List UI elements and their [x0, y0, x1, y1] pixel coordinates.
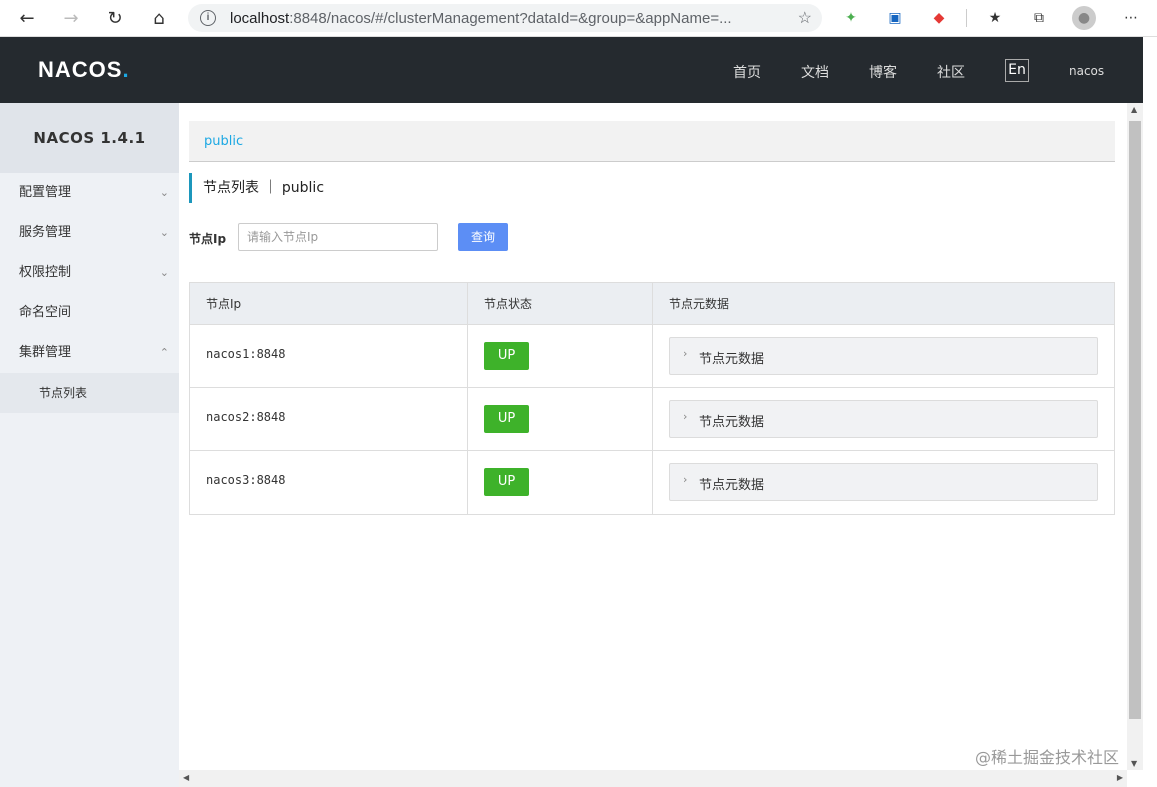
favorite-add-icon[interactable]: ☆ [798, 8, 812, 28]
status-badge: UP [484, 468, 529, 496]
collections-icon[interactable]: ⧉ [1028, 7, 1050, 29]
sidebar: NACOS 1.4.1 配置管理 ⌄ 服务管理 ⌄ 权限控制 ⌄ 命名空间 集群… [0, 103, 179, 787]
metadata-label: 节点元数据 [699, 415, 765, 430]
home-icon[interactable]: ⌂ [144, 3, 174, 33]
sidebar-item-service[interactable]: 服务管理 ⌄ [0, 213, 179, 253]
browser-toolbar: ← → ↻ ⌂ i localhost:8848/nacos/#/cluster… [0, 0, 1157, 37]
node-ip: nacos2:8848 [206, 410, 286, 424]
url-host: localhost [230, 9, 290, 27]
sidebar-item-namespace[interactable]: 命名空间 [0, 293, 179, 333]
metadata-expander[interactable]: › 节点元数据 [669, 463, 1098, 501]
chevron-right-icon: › [683, 473, 688, 486]
sidebar-title: NACOS 1.4.1 [0, 103, 179, 173]
scroll-up-icon[interactable]: ▲ [1131, 105, 1137, 114]
scroll-down-icon[interactable]: ▼ [1131, 759, 1137, 768]
reload-icon[interactable]: ↻ [100, 3, 130, 33]
sidebar-item-label: 集群管理 [19, 345, 72, 360]
sidebar-item-cluster[interactable]: 集群管理 ⌃ [0, 333, 179, 373]
forward-icon[interactable]: → [56, 3, 86, 33]
sidebar-item-label: 服务管理 [19, 225, 72, 240]
extension-icon-2[interactable]: ▣ [884, 7, 906, 29]
column-header-ip: 节点Ip [190, 283, 468, 324]
page-scroll-gutter [1143, 37, 1157, 787]
search-button[interactable]: 查询 [458, 223, 508, 251]
sidebar-item-label: 权限控制 [19, 265, 72, 280]
node-table: 节点Ip 节点状态 节点元数据 nacos1:8848 UP › 节点元数据 n… [189, 282, 1115, 515]
scrollbar-thumb[interactable] [1129, 121, 1141, 719]
nav-home[interactable]: 首页 [733, 62, 761, 82]
column-header-status: 节点状态 [468, 283, 653, 324]
status-badge: UP [484, 342, 529, 370]
vertical-scrollbar[interactable]: ▲ ▼ [1127, 103, 1143, 770]
app-header: NACOS. 首页 文档 博客 社区 En nacos [0, 37, 1143, 103]
table-row: nacos3:8848 UP › 节点元数据 [190, 451, 1114, 514]
sidebar-item-config[interactable]: 配置管理 ⌄ [0, 173, 179, 213]
node-ip: nacos1:8848 [206, 347, 286, 361]
table-header: 节点Ip 节点状态 节点元数据 [190, 283, 1114, 325]
url-path: :8848/nacos/#/clusterManagement?dataId=&… [289, 9, 732, 27]
nacos-logo[interactable]: NACOS. [38, 57, 130, 83]
favorites-icon[interactable]: ★ [984, 7, 1006, 29]
chevron-down-icon: ⌄ [159, 186, 169, 199]
page-title: 节点列表 ｜ public [189, 173, 324, 203]
metadata-expander[interactable]: › 节点元数据 [669, 337, 1098, 375]
main-content: public 节点列表 ｜ public 节点Ip 请输入节点Ip 查询 节点I… [179, 103, 1127, 770]
scroll-right-icon[interactable]: ▶ [1117, 773, 1123, 782]
sidebar-item-auth[interactable]: 权限控制 ⌄ [0, 253, 179, 293]
site-info-icon[interactable]: i [200, 10, 216, 26]
nav-blog[interactable]: 博客 [869, 62, 897, 82]
scroll-left-icon[interactable]: ◀ [183, 773, 189, 782]
node-ip-search-input[interactable]: 请输入节点Ip [238, 223, 438, 251]
node-ip: nacos3:8848 [206, 473, 286, 487]
nav-community[interactable]: 社区 [937, 62, 965, 82]
column-header-metadata: 节点元数据 [669, 297, 730, 311]
metadata-label: 节点元数据 [699, 478, 765, 493]
chevron-right-icon: › [683, 347, 688, 360]
watermark: @稀土掘金技术社区 [975, 748, 1120, 767]
metadata-label: 节点元数据 [699, 352, 765, 367]
search-label: 节点Ip [189, 232, 227, 246]
extension-icon-3[interactable]: ◆ [928, 7, 950, 29]
extension-icon-1[interactable]: ✦ [840, 7, 862, 29]
metadata-expander[interactable]: › 节点元数据 [669, 400, 1098, 438]
chevron-right-icon: › [683, 410, 688, 423]
chevron-down-icon: ⌄ [159, 266, 169, 279]
address-bar[interactable]: i localhost:8848/nacos/#/clusterManageme… [188, 4, 822, 32]
sidebar-subitem-node-list[interactable]: 节点列表 [0, 373, 179, 413]
nav-docs[interactable]: 文档 [801, 62, 829, 82]
sidebar-item-label: 命名空间 [19, 305, 72, 320]
horizontal-scrollbar[interactable]: ◀ ▶ [179, 770, 1127, 787]
chevron-up-icon: ⌃ [159, 346, 169, 359]
more-menu-icon[interactable]: ⋯ [1120, 7, 1142, 29]
sidebar-item-label: 配置管理 [19, 185, 72, 200]
language-switch-button[interactable]: En [1005, 59, 1029, 82]
profile-avatar-icon[interactable]: ● [1072, 6, 1096, 30]
table-row: nacos1:8848 UP › 节点元数据 [190, 325, 1114, 388]
toolbar-divider [966, 9, 967, 27]
chevron-down-icon: ⌄ [159, 226, 169, 239]
back-icon[interactable]: ← [12, 3, 42, 33]
namespace-link-public[interactable]: public [204, 134, 243, 149]
namespace-bar: public [189, 121, 1115, 162]
status-badge: UP [484, 405, 529, 433]
table-row: nacos2:8848 UP › 节点元数据 [190, 388, 1114, 451]
user-name[interactable]: nacos [1069, 64, 1104, 78]
